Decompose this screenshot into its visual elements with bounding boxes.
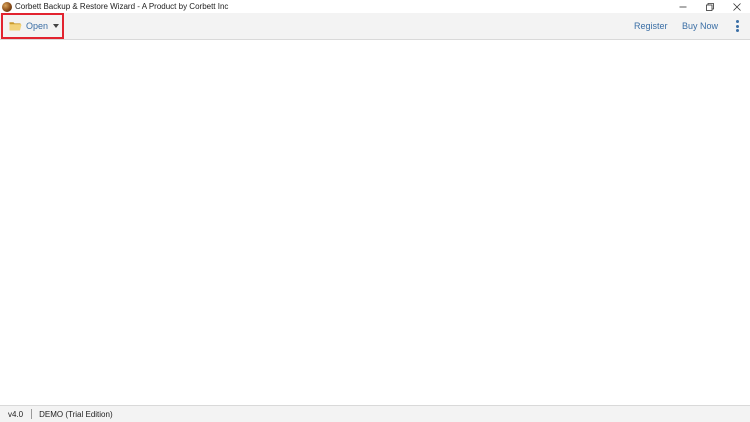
main-content-area [0, 40, 750, 405]
restore-icon [705, 2, 714, 11]
register-link[interactable]: Register [634, 13, 668, 39]
open-button[interactable]: Open [1, 13, 64, 39]
restore-button[interactable] [696, 0, 723, 13]
more-options-icon[interactable] [733, 19, 741, 33]
close-icon [732, 2, 741, 11]
kebab-dot [735, 20, 739, 23]
open-button-label: Open [26, 21, 49, 31]
status-bar: v4.0 DEMO (Trial Edition) [0, 405, 750, 422]
minimize-icon [679, 6, 686, 7]
app-window: Corbett Backup & Restore Wizard - A Prod… [0, 0, 750, 422]
close-button[interactable] [723, 0, 750, 13]
window-title: Corbett Backup & Restore Wizard - A Prod… [15, 2, 229, 11]
version-label: v4.0 [8, 409, 24, 419]
folder-open-icon [9, 22, 22, 31]
kebab-dot [735, 29, 739, 32]
minimize-button[interactable] [669, 0, 696, 13]
edition-label: DEMO (Trial Edition) [39, 409, 113, 419]
toolbar: Open Register Buy Now [0, 13, 750, 40]
kebab-dot [735, 24, 739, 28]
chevron-down-icon[interactable] [53, 24, 60, 28]
title-bar[interactable]: Corbett Backup & Restore Wizard - A Prod… [0, 0, 750, 13]
window-controls [669, 0, 750, 13]
buy-now-link[interactable]: Buy Now [682, 13, 718, 39]
app-logo-icon [2, 1, 12, 12]
